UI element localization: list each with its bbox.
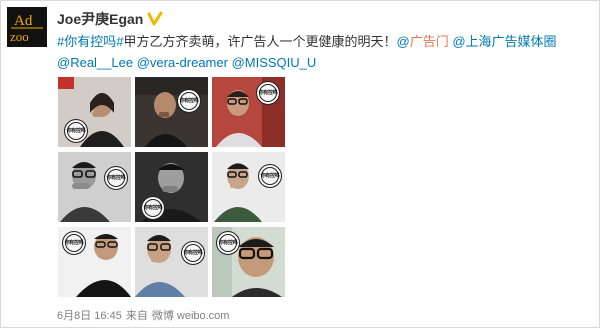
author-row: Joe尹庚Egan (57, 9, 163, 29)
source-link[interactable]: 微博 weibo.com (152, 307, 230, 323)
photo-thumbnail[interactable]: 你有控吗 (135, 152, 208, 222)
photo-thumbnail[interactable]: 你有控吗 (212, 152, 285, 222)
photo-thumbnail[interactable]: 你有控吗 (135, 77, 208, 147)
ni-you-kong-ma-badge: 你有控吗 (177, 89, 201, 113)
photo-thumbnail[interactable]: 你有控吗 (135, 227, 208, 297)
ni-you-kong-ma-badge: 你有控吗 (181, 241, 205, 265)
mention-missqiu[interactable]: @MISSQIU_U (232, 55, 317, 70)
adzoo-logo: Ad zoo (7, 7, 47, 47)
ni-you-kong-ma-badge: 你有控吗 (62, 231, 86, 255)
photo-thumbnail[interactable]: 你有控吗 (58, 227, 131, 297)
photo-thumbnail[interactable]: 你有控吗 (212, 77, 285, 147)
ni-you-kong-ma-badge: 你有控吗 (64, 119, 88, 143)
photo-thumbnail[interactable]: 你有控吗 (212, 227, 285, 297)
mention-guanggaomen[interactable]: @广告门 (396, 34, 448, 49)
mention-vera-dreamer[interactable]: @vera-dreamer (137, 55, 228, 70)
from-label: 来自 (125, 310, 148, 322)
post-meta: 6月8日 16:45 来自 微博 weibo.com (57, 307, 229, 323)
post-body-text: 甲方乙方齐卖萌，许广告人一个更健康的明天！ (123, 34, 397, 49)
ni-you-kong-ma-badge: 你有控吗 (216, 231, 240, 255)
photo-thumbnail[interactable]: 你有控吗 (58, 77, 131, 147)
post-text-line1: #你有控吗#甲方乙方齐卖萌，许广告人一个更健康的明天！@广告门 @上海广告媒体圈 (57, 31, 587, 52)
author-avatar[interactable]: Ad zoo (7, 7, 47, 47)
ni-you-kong-ma-badge: 你有控吗 (141, 196, 165, 220)
mention-at-sign: @ (396, 34, 410, 49)
post-text: #你有控吗#甲方乙方齐卖萌，许广告人一个更健康的明天！@广告门 @上海广告媒体圈… (57, 31, 587, 73)
post-text-line2: @Real__Lee @vera-dreamer @MISSQIU_U (57, 52, 587, 73)
photo-man-dark-room (135, 77, 208, 147)
ni-you-kong-ma-badge: 你有控吗 (256, 81, 280, 105)
mention-real-lee[interactable]: @Real__Lee (57, 55, 133, 70)
photo-grid: 你有控吗 你有控吗 你有控吗 你有控吗 你有控吗 你有控吗 你有控吗 你有控吗 … (58, 77, 285, 297)
weibo-post-card: Ad zoo Joe尹庚Egan #你有控吗#甲方乙方齐卖萌，许广告人一个更健康… (0, 0, 600, 328)
svg-text:Ad: Ad (14, 13, 33, 29)
post-timestamp[interactable]: 6月8日 16:45 (57, 307, 122, 323)
svg-text:zoo: zoo (10, 29, 29, 44)
photo-thumbnail[interactable]: 你有控吗 (58, 152, 131, 222)
mention-shanghai-ad-media[interactable]: @上海广告媒体圈 (452, 34, 556, 49)
ni-you-kong-ma-badge: 你有控吗 (258, 164, 282, 188)
verified-v-icon (147, 11, 163, 27)
ni-you-kong-ma-badge: 你有控吗 (104, 166, 128, 190)
author-name[interactable]: Joe尹庚Egan (57, 9, 143, 29)
mention-name-text: 广告门 (409, 34, 449, 49)
hashtag-link[interactable]: #你有控吗# (57, 34, 123, 49)
